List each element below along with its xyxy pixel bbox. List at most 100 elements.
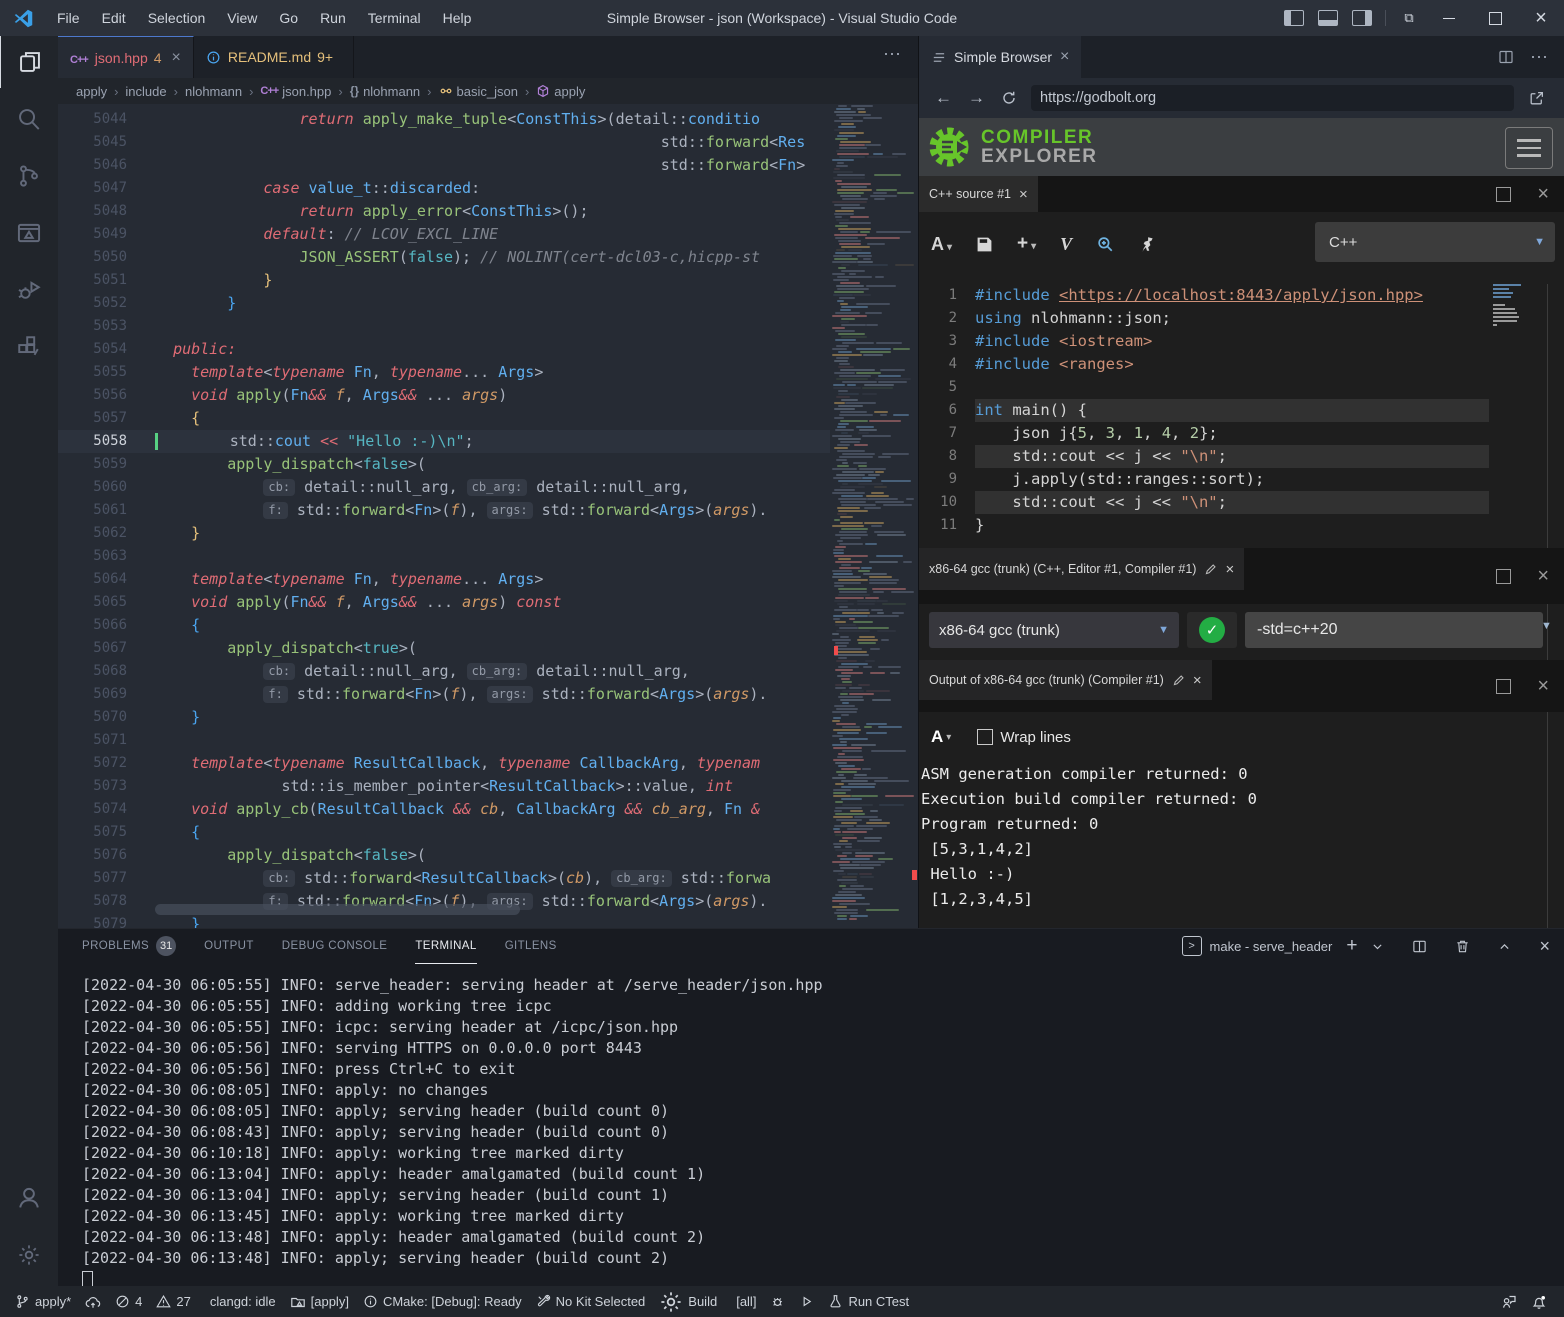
back-icon[interactable]: ← bbox=[935, 88, 952, 108]
new-terminal-icon[interactable]: + bbox=[1346, 935, 1357, 957]
panel-tab-output[interactable]: OUTPUT bbox=[204, 929, 254, 963]
output-tab[interactable]: Output of x86-64 gcc (trunk) (Compiler #… bbox=[919, 660, 1212, 700]
compiler-options-input[interactable]: -std=c++20 bbox=[1245, 612, 1543, 648]
breadcrumb-item[interactable]: apply bbox=[76, 84, 107, 99]
close-panel-icon[interactable]: × bbox=[1539, 936, 1550, 957]
save-icon[interactable] bbox=[976, 236, 993, 253]
language-select[interactable]: C++▼ bbox=[1315, 222, 1555, 262]
menu-edit[interactable]: Edit bbox=[91, 0, 137, 36]
build-button[interactable]: Build bbox=[652, 1286, 724, 1317]
explorer-icon[interactable] bbox=[0, 36, 59, 88]
simple-browser-tab[interactable]: Simple Browser × bbox=[919, 36, 1081, 78]
ctest-button[interactable]: Run CTest bbox=[821, 1286, 916, 1317]
toggle-panel-icon[interactable] bbox=[1318, 10, 1338, 26]
kill-terminal-icon[interactable] bbox=[1455, 939, 1470, 954]
breadcrumb-item[interactable]: {}nlohmann bbox=[350, 84, 420, 99]
close-icon[interactable]: × bbox=[1060, 48, 1069, 66]
edit-title-icon[interactable] bbox=[1172, 674, 1185, 687]
menu-file[interactable]: File bbox=[46, 0, 91, 36]
editor-more-actions-icon[interactable]: ⋯ bbox=[867, 36, 918, 78]
terminal-name[interactable]: make - serve_header bbox=[1210, 939, 1333, 954]
maximize-pane-icon[interactable] bbox=[1496, 569, 1511, 584]
menu-selection[interactable]: Selection bbox=[137, 0, 217, 36]
breadcrumb-item[interactable]: apply bbox=[536, 84, 585, 99]
launch-button[interactable] bbox=[792, 1286, 821, 1317]
warning-count[interactable]: 27 bbox=[149, 1286, 197, 1317]
source-code-editor[interactable]: 1#include <https://localhost:8443/apply/… bbox=[919, 284, 1489, 537]
menu-run[interactable]: Run bbox=[309, 0, 357, 36]
forward-icon[interactable]: → bbox=[968, 88, 985, 108]
build-target[interactable]: [all] bbox=[724, 1286, 763, 1317]
close-icon[interactable]: × bbox=[1019, 186, 1028, 203]
menu-go[interactable]: Go bbox=[268, 0, 309, 36]
maximize-button[interactable] bbox=[1472, 0, 1518, 36]
clangd-status[interactable]: clangd: idle bbox=[198, 1286, 283, 1317]
search-plus-icon[interactable] bbox=[1096, 235, 1114, 253]
close-icon[interactable]: × bbox=[1193, 672, 1202, 689]
panel-tab-gitlens[interactable]: GITLENS bbox=[505, 929, 557, 963]
tab-README.md[interactable]: README.md 9+ bbox=[194, 36, 354, 78]
maximize-pane-icon[interactable] bbox=[1496, 187, 1511, 202]
git-branch-status[interactable]: apply* bbox=[8, 1286, 78, 1317]
source-tab[interactable]: C++ source #1 × bbox=[919, 176, 1038, 212]
pane-scrollbar[interactable] bbox=[1547, 284, 1548, 928]
toggle-secondary-sidebar-icon[interactable] bbox=[1352, 10, 1372, 26]
kit-selector[interactable]: No Kit Selected bbox=[529, 1286, 653, 1317]
accounts-icon[interactable] bbox=[0, 1172, 58, 1224]
customize-layout-icon[interactable]: ⧉ bbox=[1392, 0, 1426, 36]
error-count[interactable]: 4 bbox=[108, 1286, 149, 1317]
compiler-select[interactable]: x86-64 gcc (trunk)▼ bbox=[929, 612, 1179, 648]
reload-icon[interactable] bbox=[1001, 90, 1017, 106]
font-size-icon[interactable]: A bbox=[931, 727, 943, 747]
panel-tab-problems[interactable]: PROBLEMS31 bbox=[82, 929, 176, 963]
breadcrumb-item[interactable]: C++json.hpp bbox=[260, 84, 331, 99]
run-debug-icon[interactable] bbox=[0, 264, 58, 316]
terminal-dropdown-icon[interactable] bbox=[1371, 940, 1384, 953]
breadcrumb-item[interactable]: include bbox=[125, 84, 166, 99]
cmake-project[interactable]: [apply] bbox=[283, 1286, 356, 1317]
url-input[interactable]: https://godbolt.org bbox=[1031, 85, 1514, 111]
open-external-icon[interactable] bbox=[1528, 90, 1545, 107]
source-minimap[interactable] bbox=[1491, 284, 1533, 542]
hamburger-menu-icon[interactable] bbox=[1505, 127, 1553, 169]
close-pane-icon[interactable]: × bbox=[1537, 565, 1549, 588]
toggle-sidebar-icon[interactable] bbox=[1284, 10, 1304, 26]
menu-terminal[interactable]: Terminal bbox=[357, 0, 432, 36]
browser-more-actions-icon[interactable]: ⋯ bbox=[1530, 47, 1549, 68]
cmake-icon[interactable] bbox=[0, 207, 58, 259]
debug-button[interactable] bbox=[763, 1286, 792, 1317]
split-terminal-icon[interactable] bbox=[1412, 939, 1427, 954]
menu-view[interactable]: View bbox=[216, 0, 268, 36]
dino-mascot-icon[interactable] bbox=[1138, 235, 1156, 253]
compiler-tab[interactable]: x86-64 gcc (trunk) (C++, Editor #1, Comp… bbox=[919, 548, 1244, 590]
vim-mode-icon[interactable]: V bbox=[1060, 234, 1072, 255]
close-pane-icon[interactable]: × bbox=[1537, 675, 1549, 698]
edit-title-icon[interactable] bbox=[1204, 563, 1217, 576]
cmake-status[interactable]: CMake: [Debug]: Ready bbox=[356, 1286, 529, 1317]
code-editor[interactable]: 5044 return apply_make_tuple<ConstThis>(… bbox=[58, 104, 918, 928]
breadcrumb[interactable]: apply›include›nlohmann›C++json.hpp›{}nlo… bbox=[58, 78, 918, 104]
wrap-lines-checkbox[interactable] bbox=[977, 729, 993, 745]
close-window-button[interactable]: × bbox=[1518, 0, 1564, 36]
notifications[interactable] bbox=[1524, 1286, 1554, 1317]
breadcrumb-item[interactable]: nlohmann bbox=[185, 84, 242, 99]
add-pane-icon[interactable]: +▾ bbox=[1017, 233, 1036, 255]
close-pane-icon[interactable]: × bbox=[1537, 183, 1549, 206]
tab-json.hpp[interactable]: C++ json.hpp 4× bbox=[58, 36, 194, 79]
font-size-icon[interactable]: A▾ bbox=[931, 234, 952, 255]
options-dropdown-icon[interactable]: ▼ bbox=[1541, 620, 1552, 632]
terminal-output[interactable]: [2022-04-30 06:05:55] INFO: serve_header… bbox=[82, 975, 823, 1290]
horizontal-scrollbar[interactable] bbox=[155, 904, 520, 915]
menu-help[interactable]: Help bbox=[432, 0, 483, 36]
breadcrumb-item[interactable]: basic_json bbox=[439, 84, 518, 99]
minimap[interactable] bbox=[832, 104, 914, 928]
search-icon[interactable] bbox=[0, 93, 58, 145]
close-icon[interactable]: × bbox=[1225, 561, 1234, 578]
close-icon[interactable]: × bbox=[172, 49, 181, 67]
maximize-pane-icon[interactable] bbox=[1496, 679, 1511, 694]
feedback[interactable] bbox=[1494, 1286, 1524, 1317]
extensions-icon[interactable] bbox=[0, 321, 58, 373]
panel-tab-debug-console[interactable]: DEBUG CONSOLE bbox=[282, 929, 388, 963]
publish-status[interactable] bbox=[78, 1286, 108, 1317]
panel-tab-terminal[interactable]: TERMINAL bbox=[415, 929, 476, 964]
